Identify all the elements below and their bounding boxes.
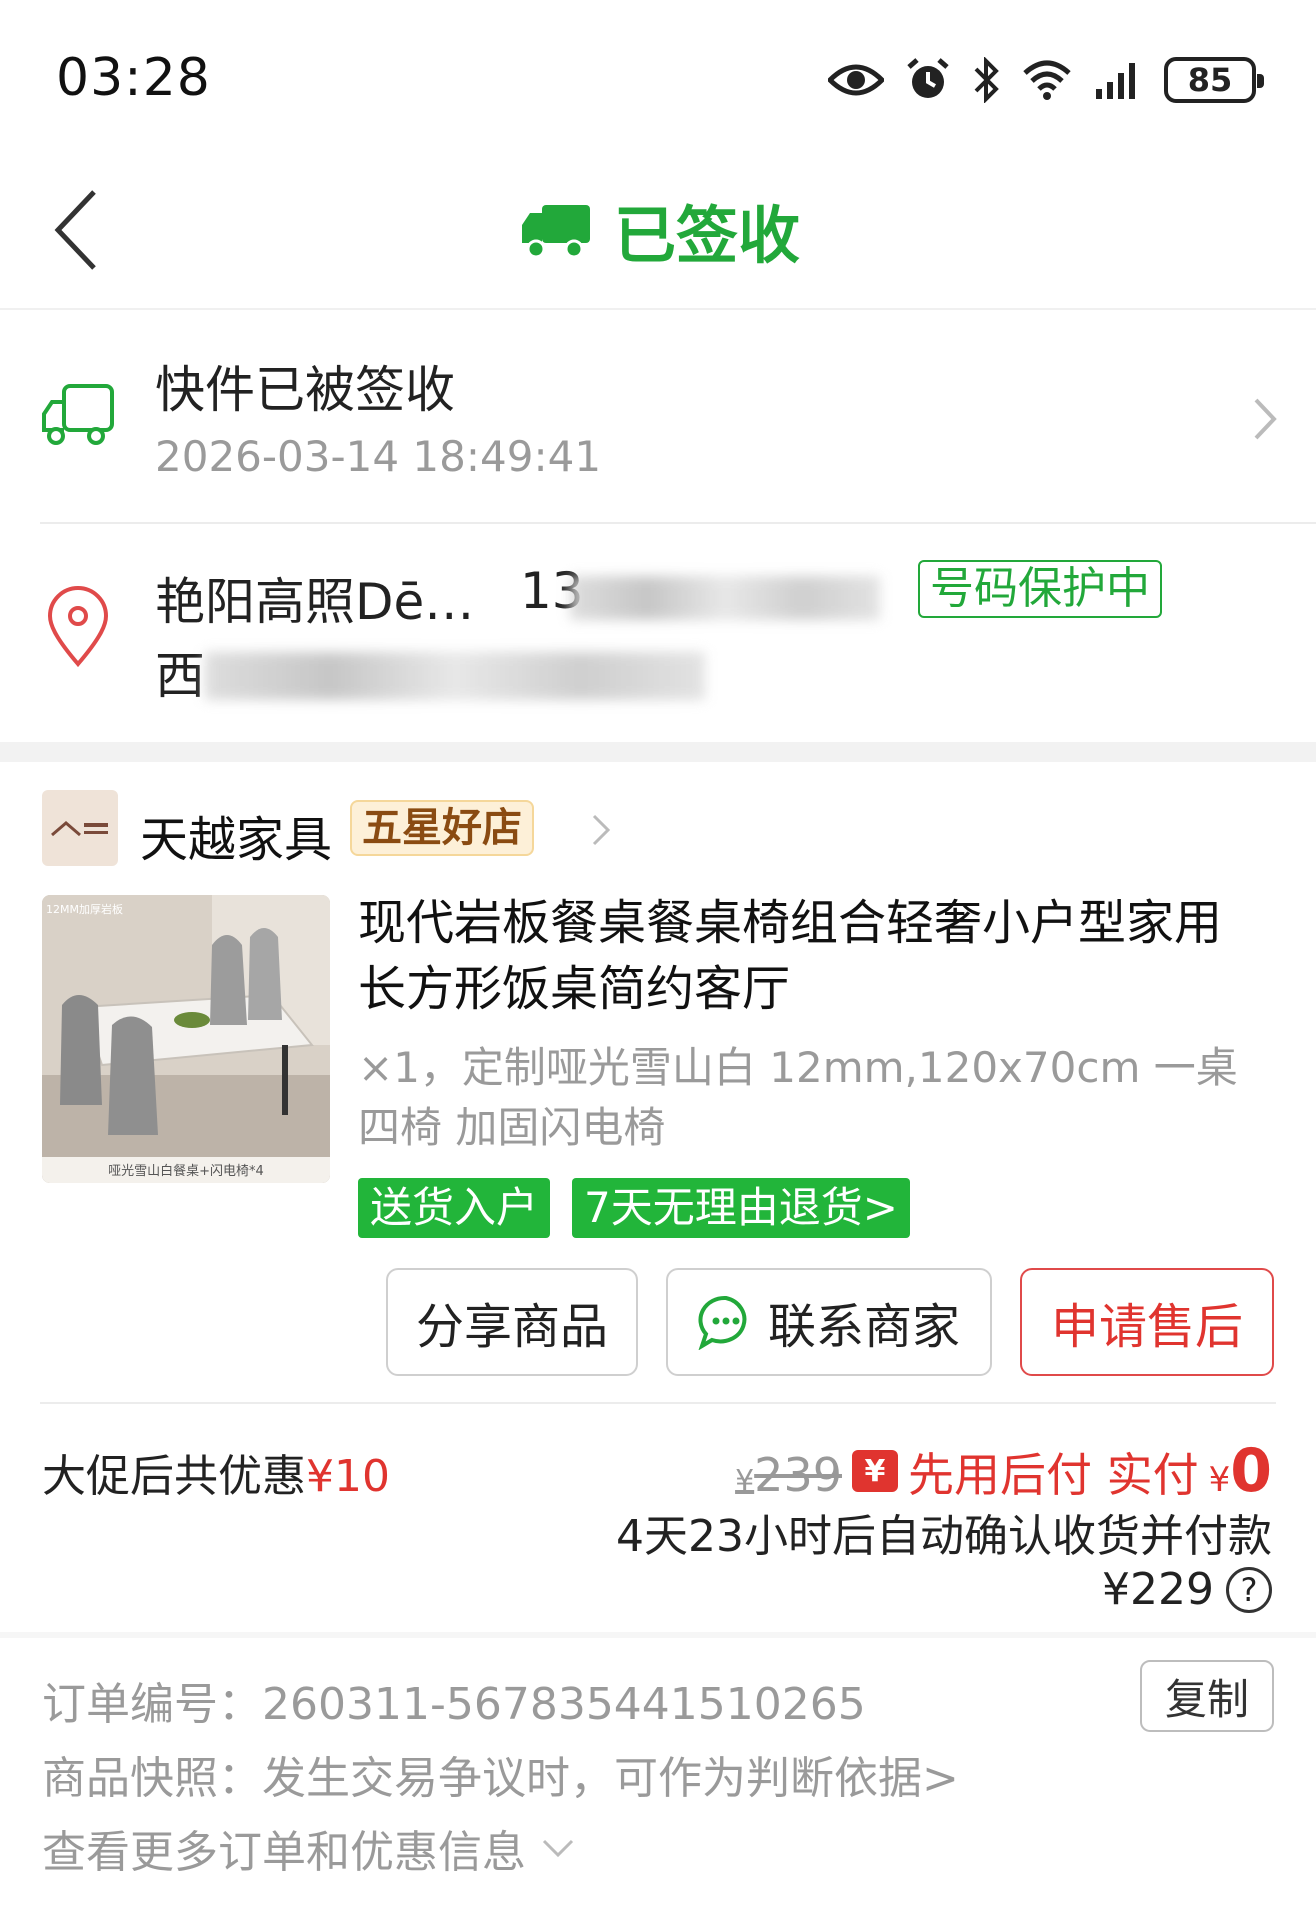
promo-discount: 大促后共优惠¥10 [42, 1440, 390, 1504]
order-number-label: 订单编号： [42, 1679, 262, 1730]
address-line: 西 [155, 647, 205, 705]
share-label: 分享商品 [415, 1299, 608, 1355]
promo-value: ¥10 [306, 1451, 390, 1502]
after-sale-button[interactable]: 申请售后 [1020, 1268, 1274, 1376]
logistics-row[interactable]: 快件已被签收 2026-03-14 18:49:41 [0, 310, 1316, 522]
paid-amount: ¥0 [1208, 1436, 1272, 1506]
back-button[interactable] [44, 180, 114, 280]
divider [40, 1402, 1276, 1404]
product-title[interactable]: 现代岩板餐桌餐桌椅组合轻奢小户型家用长方形饭桌简约客厅 [358, 890, 1258, 1022]
privacy-badge: 号码保护中 [918, 560, 1162, 618]
total-price: ¥229 [1102, 1564, 1214, 1615]
original-price: ¥239 [735, 1448, 842, 1502]
chevron-right-icon [1254, 398, 1277, 440]
product-image[interactable]: 12MM加厚岩板 哑光雪山白餐桌+闪电椅*4 [42, 895, 330, 1183]
return-policy-tag[interactable]: 7天无理由退货> [572, 1178, 910, 1238]
eye-icon [828, 64, 884, 96]
page-title-text: 已签收 [614, 199, 801, 272]
shop-rating-badge: 五星好店 [350, 800, 534, 856]
location-pin-icon [47, 586, 109, 668]
logistics-time: 2026-03-14 18:49:41 [155, 432, 602, 481]
auto-confirm-text: 4天23小时后自动确认收货并付款 [616, 1511, 1272, 1562]
logistics-status: 快件已被签收 [155, 361, 455, 419]
share-product-button[interactable]: 分享商品 [386, 1268, 638, 1376]
status-bar: 03:28 85 [0, 0, 1316, 150]
section-gap [0, 1632, 1316, 1638]
delivery-tag: 送货入户 [358, 1178, 551, 1238]
signal-icon [1096, 63, 1135, 99]
status-icons: 85 [828, 52, 1264, 108]
chat-icon [698, 1295, 747, 1350]
promo-label: 大促后共优惠 [42, 1451, 306, 1502]
truck-outline-icon [42, 384, 114, 445]
product-snapshot-link[interactable]: 商品快照：发生交易争议时，可作为判断依据> [42, 1742, 959, 1806]
price-line: ¥239 ¥ 先用后付 实付 ¥0 [735, 1436, 1272, 1506]
copy-button[interactable]: 复制 [1140, 1660, 1274, 1732]
more-order-info[interactable]: 查看更多订单和优惠信息 [42, 1816, 576, 1880]
shop-row[interactable]: 天越家具 五星好店 [0, 762, 1316, 892]
alarm-icon [907, 58, 949, 98]
total-price-row: ¥229 ? [1102, 1564, 1272, 1615]
wifi-icon [1023, 60, 1071, 100]
shop-name: 天越家具 [140, 812, 333, 868]
bluetooth-icon [974, 57, 999, 103]
battery-icon: 85 [1164, 57, 1264, 103]
address-row[interactable]: 艳阳高照Dē… 13 号码保护中 西 [0, 524, 1316, 742]
pay-later-label: 先用后付 实付 [907, 1448, 1199, 1502]
status-time: 03:28 [56, 48, 211, 108]
shop-logo [42, 790, 118, 866]
recipient-name: 艳阳高照Dē… [155, 573, 475, 631]
product-spec: ×1，定制哑光雪山白 12mm,120x70cm 一桌四椅 加固闪电椅 [358, 1043, 1238, 1152]
page-title: 已签收 [520, 180, 800, 280]
chevron-right-icon [592, 814, 611, 846]
after-sale-label: 申请售后 [1050, 1299, 1243, 1355]
redacted-phone [570, 576, 880, 620]
more-order-info-label: 查看更多订单和优惠信息 [42, 1827, 526, 1878]
header: 已签收 [0, 150, 1316, 310]
order-number: 订单编号：260311-567835441510265 [42, 1668, 866, 1732]
redacted-address [205, 652, 705, 700]
image-corner-text: 12MM加厚岩板 [46, 903, 123, 916]
contact-label: 联系商家 [767, 1299, 960, 1355]
contact-seller-button[interactable]: 联系商家 [666, 1268, 992, 1376]
chevron-down-icon [542, 1839, 574, 1858]
order-number-value: 260311-567835441510265 [262, 1679, 866, 1730]
pay-later-icon: ¥ [851, 1450, 898, 1492]
section-gap [0, 742, 1316, 762]
image-caption: 哑光雪山白餐桌+闪电椅*4 [108, 1164, 264, 1179]
truck-icon [522, 205, 590, 259]
help-icon[interactable]: ? [1226, 1566, 1272, 1613]
